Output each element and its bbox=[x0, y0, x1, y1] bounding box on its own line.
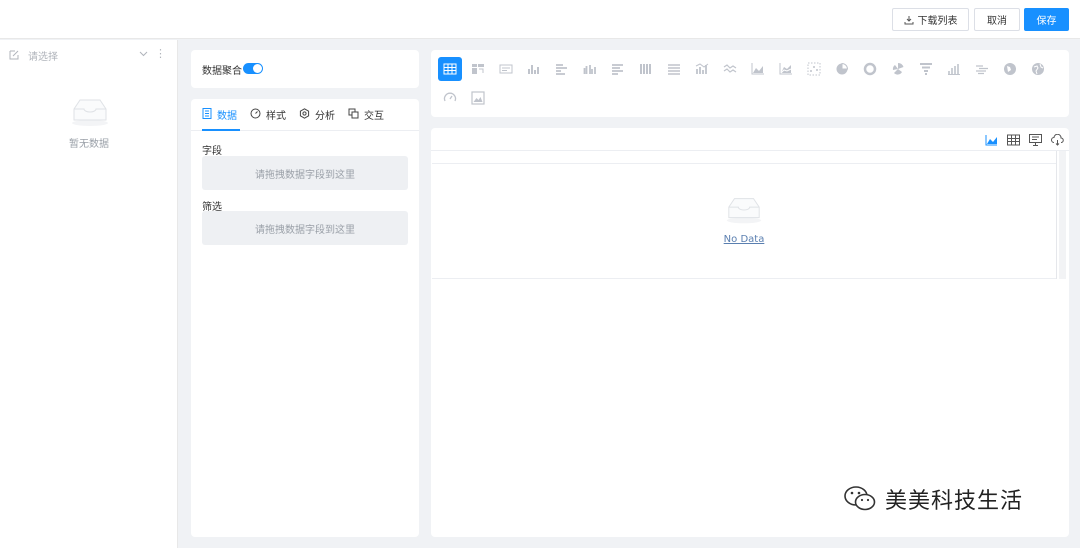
tab-data-label: 数据 bbox=[217, 111, 237, 122]
gauge-icon[interactable] bbox=[438, 86, 462, 110]
top-toolbar: 下载列表 取消 保存 bbox=[0, 0, 1080, 39]
data-table: No Data bbox=[432, 163, 1056, 279]
edit-icon bbox=[9, 50, 19, 60]
tab-interaction-label: 交互 bbox=[364, 111, 384, 122]
area-chart-icon[interactable] bbox=[746, 57, 770, 81]
dataset-sidebar: 请选择 ⋮ 暂无数据 bbox=[0, 40, 178, 548]
cancel-label: 取消 bbox=[987, 16, 1007, 27]
tab-interaction[interactable]: 交互 bbox=[348, 107, 384, 131]
aggregation-toggle[interactable] bbox=[243, 63, 263, 74]
image-icon[interactable] bbox=[466, 86, 490, 110]
sidebar-empty-text: 暂无数据 bbox=[69, 139, 109, 150]
funnel-chart-icon[interactable] bbox=[914, 57, 938, 81]
rose-chart-icon[interactable] bbox=[886, 57, 910, 81]
scatter-icon[interactable] bbox=[802, 57, 826, 81]
watermark: 美美科技生活 bbox=[843, 484, 1023, 514]
cloud-download-icon[interactable] bbox=[1051, 134, 1064, 146]
filter-dropzone[interactable]: 请拖拽数据字段到这里 bbox=[202, 211, 408, 245]
filter-dropzone-text: 请拖拽数据字段到这里 bbox=[255, 224, 355, 236]
screen-icon[interactable] bbox=[1029, 134, 1042, 146]
chart-type-panel bbox=[431, 50, 1069, 117]
field-dropzone[interactable]: 请拖拽数据字段到这里 bbox=[202, 156, 408, 190]
globe-icon[interactable] bbox=[1026, 57, 1050, 81]
waterfall-icon[interactable] bbox=[942, 57, 966, 81]
vertical-scrollbar[interactable] bbox=[1056, 151, 1069, 279]
line-chart-icon[interactable] bbox=[718, 57, 742, 81]
bar-chart-icon[interactable] bbox=[522, 57, 546, 81]
settings-icon bbox=[299, 108, 310, 119]
grouped-bar-icon[interactable] bbox=[578, 57, 602, 81]
pivot-table-icon[interactable] bbox=[466, 57, 490, 81]
tab-style-label: 样式 bbox=[266, 111, 286, 122]
table-view-icon[interactable] bbox=[1007, 134, 1020, 146]
dataset-select[interactable]: 请选择 ⋮ bbox=[8, 47, 170, 63]
pie-chart-icon[interactable] bbox=[830, 57, 854, 81]
config-panel: 数据 样式 分析 交互 字段 请拖拽数据字段到这里 筛选 请拖拽数据字段到这里 bbox=[191, 99, 419, 537]
empty-inbox-icon bbox=[726, 198, 762, 224]
save-button[interactable]: 保存 bbox=[1024, 8, 1069, 31]
chart-preview-panel: No Data bbox=[431, 128, 1069, 537]
interaction-icon bbox=[348, 108, 359, 119]
combo-chart-icon[interactable] bbox=[690, 57, 714, 81]
download-list-button[interactable]: 下载列表 bbox=[892, 8, 969, 31]
cancel-button[interactable]: 取消 bbox=[974, 8, 1020, 31]
map-icon[interactable] bbox=[998, 57, 1022, 81]
tab-data[interactable]: 数据 bbox=[202, 107, 240, 131]
data-icon bbox=[202, 108, 212, 119]
horizontal-bar-icon[interactable] bbox=[550, 57, 574, 81]
tab-analysis[interactable]: 分析 bbox=[299, 107, 335, 131]
field-dropzone-text: 请拖拽数据字段到这里 bbox=[255, 169, 355, 181]
stacked-horizontal-bar-icon[interactable] bbox=[606, 57, 630, 81]
stacked-bar-icon[interactable] bbox=[634, 57, 658, 81]
aggregation-label: 数据聚合 bbox=[202, 66, 242, 77]
stacked-area-icon[interactable] bbox=[774, 57, 798, 81]
tab-analysis-label: 分析 bbox=[315, 111, 335, 122]
view-toolbar bbox=[431, 128, 1069, 151]
tab-style[interactable]: 样式 bbox=[250, 107, 286, 131]
palette-icon bbox=[250, 108, 261, 119]
aggregation-card: 数据聚合 bbox=[191, 50, 419, 88]
no-data-text: No Data bbox=[723, 234, 765, 245]
config-tabs: 数据 样式 分析 交互 bbox=[191, 99, 419, 131]
download-icon bbox=[904, 15, 913, 24]
percent-bar-icon[interactable] bbox=[662, 57, 686, 81]
download-list-label: 下载列表 bbox=[917, 16, 958, 27]
save-label: 保存 bbox=[1036, 16, 1057, 27]
empty-inbox-icon bbox=[72, 99, 108, 126]
scrollbar-thumb[interactable] bbox=[1059, 151, 1066, 279]
card-icon[interactable] bbox=[494, 57, 518, 81]
more-options-icon[interactable]: ⋮ bbox=[155, 48, 166, 60]
watermark-text: 美美科技生活 bbox=[885, 489, 1024, 514]
word-cloud-icon[interactable] bbox=[970, 57, 994, 81]
table-icon[interactable] bbox=[438, 57, 462, 81]
chart-view-icon[interactable] bbox=[985, 134, 998, 146]
wechat-icon bbox=[844, 486, 876, 511]
donut-chart-icon[interactable] bbox=[858, 57, 882, 81]
field-section-label: 字段 bbox=[202, 146, 222, 157]
chevron-down-icon[interactable] bbox=[139, 49, 148, 58]
dataset-select-placeholder: 请选择 bbox=[28, 51, 58, 63]
